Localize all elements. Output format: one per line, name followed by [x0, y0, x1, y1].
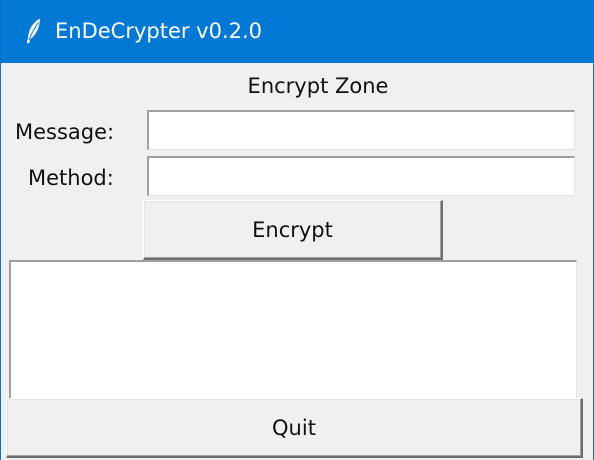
encrypt-button[interactable]: Encrypt: [143, 200, 443, 260]
message-label: Message:: [15, 120, 115, 144]
message-input[interactable]: [147, 110, 575, 150]
app-window: EnDeCrypter v0.2.0 Encrypt Zone Message:…: [0, 0, 594, 460]
quit-button[interactable]: Quit: [6, 398, 583, 458]
feather-icon: [23, 17, 45, 45]
title-bar[interactable]: EnDeCrypter v0.2.0: [1, 0, 594, 63]
method-label: Method:: [28, 166, 114, 190]
encrypt-zone-heading: Encrypt Zone: [247, 74, 389, 98]
method-input[interactable]: [147, 156, 575, 196]
window-title: EnDeCrypter v0.2.0: [55, 19, 263, 43]
output-textarea[interactable]: [9, 260, 577, 400]
